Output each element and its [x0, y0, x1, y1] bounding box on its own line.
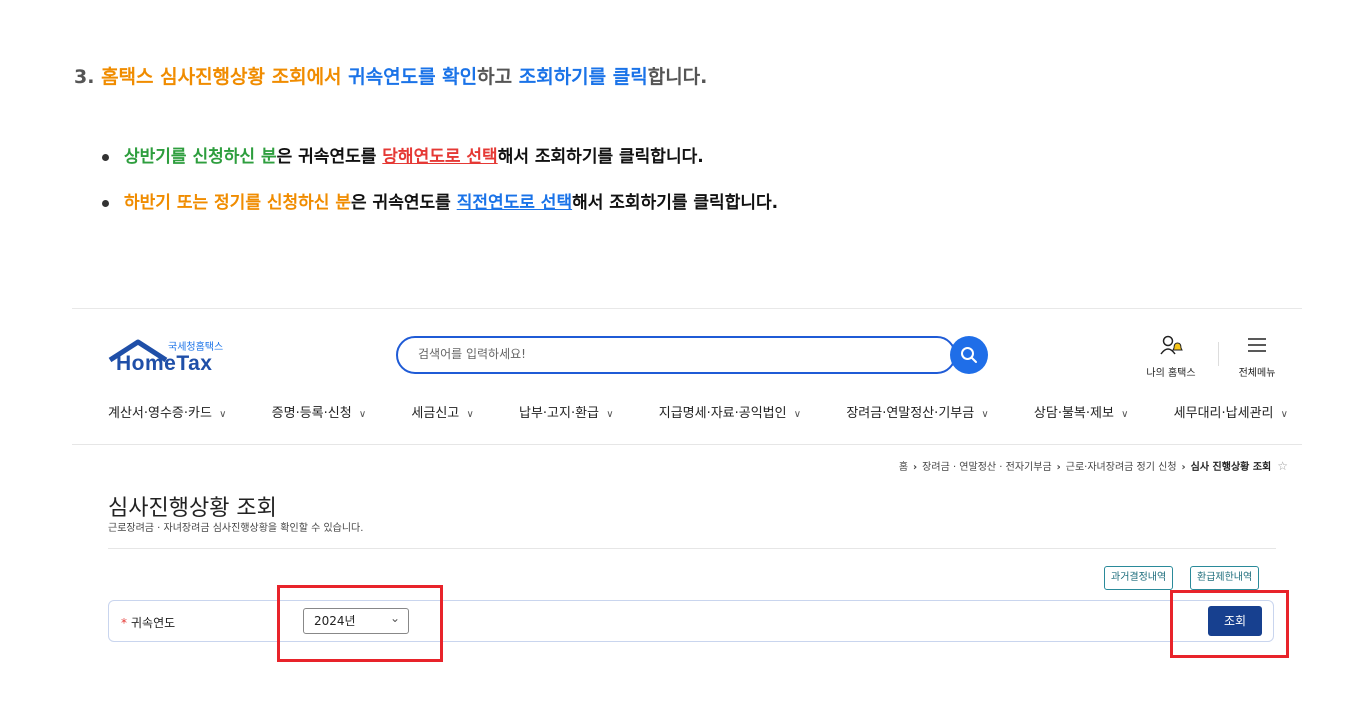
refund-limit-history-button[interactable]: 환급제한내역 [1190, 566, 1260, 590]
breadcrumb-separator: › [913, 462, 918, 473]
breadcrumb-separator: › [1056, 462, 1061, 473]
instruction-ending: 합니다. [647, 66, 708, 88]
year-label-text: 귀속연도 [131, 616, 176, 630]
logo-english-text: HomeTax [116, 352, 213, 375]
bullet-emphasis: 직전연도로 선택 [456, 193, 573, 213]
nav-item-tax-return[interactable]: 세금신고 [411, 402, 473, 421]
bullet-tail: 해서 조회하기를 클릭합니다. [572, 193, 779, 213]
nav-item-certificate[interactable]: 증명·등록·신청 [272, 402, 367, 421]
main-navigation: 계산서·영수증·카드 증명·등록·신청 세금신고 납부·고지·환급 지급명세·자… [108, 402, 1288, 421]
bullet-mid: 은 귀속연도를 [351, 193, 457, 213]
page-title: 심사진행상황 조회 [108, 496, 277, 521]
nav-divider [72, 444, 1302, 445]
search-input[interactable] [416, 346, 920, 362]
content-divider [108, 548, 1276, 549]
bullet-second-half: 하반기 또는 정기를 신청하신 분은 귀속연도를 직전연도로 선택해서 조회하기… [100, 186, 778, 232]
my-hometax-label: 나의 홈택스 [1146, 368, 1196, 379]
search-button[interactable] [950, 336, 988, 374]
instruction-highlight-orange: 홈택스 심사진행상황 조회에서 [101, 66, 342, 88]
past-decision-history-button[interactable]: 과거결정내역 [1104, 566, 1174, 590]
step-instruction: 3. 홈택스 심사진행상황 조회에서 귀속연도를 확인하고 조회하기를 클릭합니… [74, 62, 707, 89]
screenshot-top-border [72, 308, 1302, 309]
user-bell-icon [1160, 335, 1183, 355]
bullet-mid: 은 귀속연도를 [276, 147, 383, 167]
nav-item-tax-agent[interactable]: 세무대리·납세관리 [1174, 402, 1288, 421]
breadcrumb-subcategory[interactable]: 근로·자녀장려금 정기 신청 [1066, 462, 1177, 473]
required-mark: * [121, 616, 127, 630]
instruction-highlight-blue-1: 귀속연도를 확인 [348, 66, 478, 88]
bullet-emphasis: 당해연도로 선택 [382, 147, 498, 167]
bullet-first-half: 상반기를 신청하신 분은 귀속연도를 당해연도로 선택해서 조회하기를 클릭합니… [100, 140, 778, 186]
instruction-highlight-blue-2: 조회하기를 클릭 [518, 66, 648, 88]
hometax-logo[interactable]: 국세청홈택스 HomeTax [108, 336, 238, 378]
bullet-lead: 하반기 또는 정기를 신청하신 분 [124, 193, 351, 213]
search-box[interactable] [396, 336, 956, 374]
nav-item-incentive[interactable]: 장려금·연말정산·기부금 [846, 402, 988, 421]
page-subtitle: 근로장려금 · 자녀장려금 심사진행상황을 확인할 수 있습니다. [108, 523, 364, 534]
instruction-text: 하고 [477, 66, 519, 88]
breadcrumb-category[interactable]: 장려금 · 연말정산 · 전자기부금 [922, 462, 1051, 473]
instruction-bullets: 상반기를 신청하신 분은 귀속연도를 당해연도로 선택해서 조회하기를 클릭합니… [100, 140, 778, 232]
annotation-box-year [277, 585, 443, 662]
favorite-star-icon[interactable]: ☆ [1277, 459, 1288, 473]
breadcrumb-home[interactable]: 홈 [899, 462, 908, 473]
annotation-box-query [1170, 590, 1289, 658]
breadcrumb: 홈 › 장려금 · 연말정산 · 전자기부금 › 근로·자녀장려금 정기 신청 › 심사 진… [899, 458, 1288, 473]
year-field-label: * 귀속연도 [121, 614, 175, 631]
bullet-lead: 상반기를 신청하신 분 [124, 147, 277, 167]
nav-item-consulting[interactable]: 상담·불복·제보 [1034, 402, 1129, 421]
bullet-tail: 해서 조회하기를 클릭합니다. [497, 147, 704, 167]
logo-korean-text: 국세청홈택스 [168, 342, 224, 353]
breadcrumb-separator: › [1181, 462, 1186, 473]
utility-divider [1218, 342, 1219, 366]
my-hometax-button[interactable]: 나의 홈택스 [1140, 334, 1202, 379]
search-icon [961, 347, 977, 363]
breadcrumb-current: 심사 진행상황 조회 [1190, 462, 1272, 473]
all-menu-label: 전체메뉴 [1238, 368, 1276, 379]
hamburger-menu-icon [1248, 338, 1266, 352]
nav-item-invoice[interactable]: 계산서·영수증·카드 [108, 402, 226, 421]
nav-item-payment-statement[interactable]: 지급명세·자료·공익법인 [659, 402, 801, 421]
nav-item-payment[interactable]: 납부·고지·환급 [519, 402, 614, 421]
all-menu-button[interactable]: 전체메뉴 [1226, 334, 1288, 379]
header-utility: 나의 홈택스 전체메뉴 [1140, 334, 1290, 379]
step-number: 3. [74, 66, 102, 88]
